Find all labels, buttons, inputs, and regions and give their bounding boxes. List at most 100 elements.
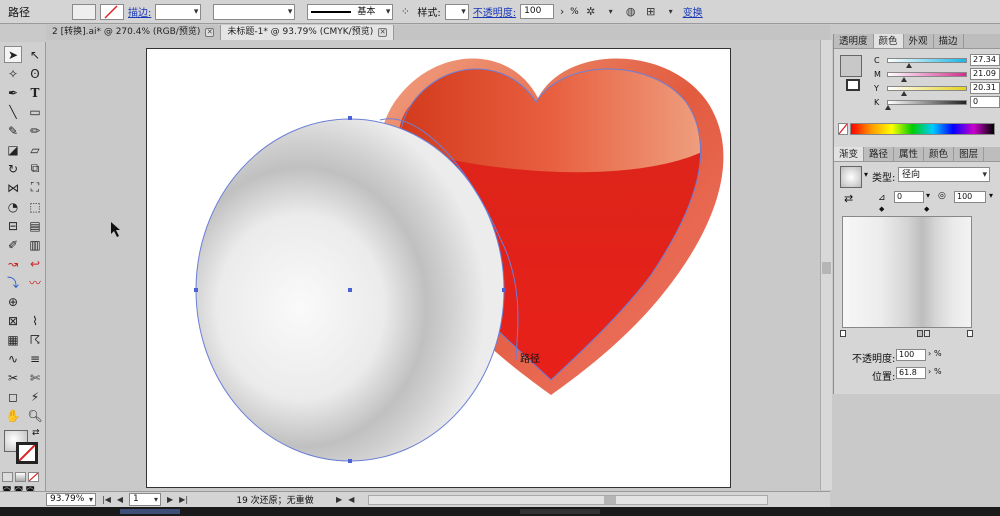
type-tool-icon[interactable]: T — [26, 84, 44, 101]
scissors-tool-icon[interactable]: ✄ — [26, 369, 44, 386]
stop-location-input[interactable]: 61.8 — [896, 367, 926, 379]
tab-transparency[interactable]: 透明度 — [834, 34, 874, 48]
close-icon[interactable]: ✕ — [378, 28, 388, 37]
black-input[interactable]: 0 — [970, 96, 1000, 108]
tab-pathfinder[interactable]: 路径 — [864, 147, 895, 161]
cyan-slider[interactable] — [887, 57, 967, 68]
perspective-tool-icon[interactable]: ⊟ — [4, 217, 22, 234]
vertical-scrollbar[interactable] — [820, 40, 832, 490]
location-arrow-icon[interactable]: › — [928, 367, 931, 376]
thumbnail-dropdown-icon[interactable]: ▾ — [864, 170, 868, 179]
transform-link[interactable]: 变换 — [683, 4, 703, 19]
cyan-input[interactable]: 27.34 — [970, 54, 1000, 66]
stroke-color-swatch[interactable] — [846, 79, 860, 91]
tab-color[interactable]: 颜色 — [873, 34, 904, 48]
yellow-input[interactable]: 20.31 — [970, 82, 1000, 94]
artboard-tool-icon[interactable]: ⊠ — [4, 312, 22, 329]
aspect-dropdown-icon[interactable]: ▾ — [989, 191, 993, 200]
anchor-point-right[interactable] — [502, 288, 506, 292]
tab-gradient[interactable]: 渐变 — [834, 147, 865, 161]
selection-tool-icon[interactable]: ➤ — [4, 46, 22, 63]
none-mode-icon[interactable] — [28, 472, 39, 482]
fill-color-swatch[interactable] — [840, 55, 862, 77]
tab-document-1[interactable]: 2 [转换].ai* @ 270.4% (RGB/预览) ✕ — [46, 25, 222, 40]
zoom-tool-icon[interactable]: 🔍︎ — [26, 407, 44, 424]
magenta-input[interactable]: 21.09 — [970, 68, 1000, 80]
gradient-slider-preview[interactable] — [842, 216, 972, 328]
eyedropper-tool-icon[interactable]: ✐ — [4, 236, 22, 253]
bar-graph-tool-icon[interactable]: ▦ — [4, 331, 22, 348]
scroll-thumb[interactable] — [604, 495, 617, 504]
knife-tool-icon[interactable]: ✂ — [4, 369, 22, 386]
slice-tool-icon[interactable]: ⌇ — [26, 312, 44, 329]
horizontal-scrollbar[interactable] — [368, 494, 769, 505]
pencil-tool-icon[interactable]: ✏ — [26, 122, 44, 139]
fill-swatch[interactable] — [72, 3, 96, 20]
slider-knob[interactable] — [901, 76, 908, 82]
dropdown-arrow-icon-2[interactable]: ▾ — [663, 4, 679, 20]
tab-color-guide[interactable]: 颜色 — [924, 147, 955, 161]
aspect-ratio-input[interactable]: 100 — [954, 191, 986, 203]
gradient-stop-gray[interactable] — [917, 330, 923, 337]
opacity-arrow-icon[interactable]: › — [928, 349, 931, 358]
gradient-thumbnail[interactable] — [840, 166, 862, 188]
align-icon[interactable]: ⊞ — [643, 4, 659, 20]
tab-appearance[interactable]: 外观 — [904, 34, 934, 48]
variable-width-dropdown[interactable] — [213, 3, 296, 20]
shape-builder-tool-icon[interactable]: ◔ — [4, 198, 22, 215]
direct-selection-tool-icon[interactable]: ↖ — [26, 46, 44, 63]
first-artboard-icon[interactable]: |◀ — [102, 495, 111, 504]
color-mode-icon[interactable] — [2, 472, 13, 482]
dropdown-arrow-icon[interactable]: ▾ — [603, 4, 619, 20]
tab-attributes[interactable]: 属性 — [894, 147, 925, 161]
crosshair-tool-icon[interactable]: ⊕ — [4, 293, 22, 310]
blob-brush-tool-icon[interactable]: ◪ — [4, 141, 22, 158]
rectangle-tool-icon[interactable]: ▭ — [26, 103, 44, 120]
anchor-point-left[interactable] — [194, 288, 198, 292]
midpoint-diamond-icon[interactable]: ◆ — [879, 205, 884, 213]
color-spectrum[interactable] — [850, 123, 995, 135]
style-dropdown[interactable] — [444, 3, 469, 20]
scale-tool-icon[interactable]: ⧉ — [26, 160, 44, 177]
tab-stroke[interactable]: 描边 — [934, 34, 964, 48]
midpoint-diamond-icon-2[interactable]: ◆ — [924, 205, 929, 213]
stroke-weight-dropdown[interactable] — [155, 3, 202, 20]
angle-dropdown-icon[interactable]: ▾ — [926, 191, 930, 200]
slider-knob[interactable] — [906, 62, 913, 68]
canvas-area[interactable]: 路径 — [46, 40, 820, 490]
stroke-swatch[interactable] — [100, 3, 124, 20]
symbol-tool-icon[interactable]: ↩ — [26, 255, 44, 272]
last-artboard-icon[interactable]: ▶| — [179, 495, 188, 504]
gradient-stop-end[interactable] — [967, 330, 973, 337]
zoom-select[interactable]: 93.79% ▾ — [46, 493, 96, 506]
magenta-slider[interactable] — [887, 71, 967, 82]
gradient-type-dropdown[interactable]: 径向 — [898, 167, 990, 182]
sprayer-tool-icon[interactable]: ☈ — [26, 331, 44, 348]
crop-tool-icon[interactable]: ◻ — [4, 388, 22, 405]
tab-layers[interactable]: 图层 — [954, 147, 985, 161]
lasso-tool-icon[interactable]: ʘ — [26, 65, 44, 82]
gradient-stop-light[interactable] — [924, 330, 930, 337]
magic-wand-tool-icon[interactable]: ✧ — [4, 65, 22, 82]
curve-tool-icon[interactable]: ∿ — [4, 350, 22, 367]
prev-artboard-icon[interactable]: ◀ — [117, 495, 123, 504]
blend-tool-icon[interactable]: ↝ — [4, 255, 22, 272]
slider-knob[interactable] — [900, 90, 907, 96]
scatter-icon[interactable]: ⁘ — [397, 4, 413, 20]
free-transform-tool-icon[interactable]: ⛶ — [26, 179, 44, 196]
artboard-select[interactable]: 1 ▾ — [129, 493, 162, 506]
stroke-swatch-widget[interactable] — [16, 442, 38, 464]
graph-tool-icon[interactable]: ▥ — [26, 236, 44, 253]
list-tool-icon[interactable]: ≡ — [26, 350, 44, 367]
slider-knob[interactable] — [885, 104, 891, 110]
globe-icon[interactable]: ◍ — [623, 4, 639, 20]
opacity-input[interactable]: 100 — [520, 4, 555, 19]
paintbrush-tool-icon[interactable]: ✎ — [4, 122, 22, 139]
next-artboard-icon[interactable]: ▶ — [167, 495, 173, 504]
gradient-mode-icon[interactable] — [15, 472, 26, 482]
anchor-point-center[interactable] — [348, 288, 352, 292]
anchor-point-bottom[interactable] — [348, 459, 352, 463]
opacity-arrow-icon[interactable]: › — [558, 4, 566, 20]
mesh-tool-icon[interactable]: 〰 — [26, 274, 44, 291]
gradient-tool-icon[interactable]: ▤ — [26, 217, 44, 234]
